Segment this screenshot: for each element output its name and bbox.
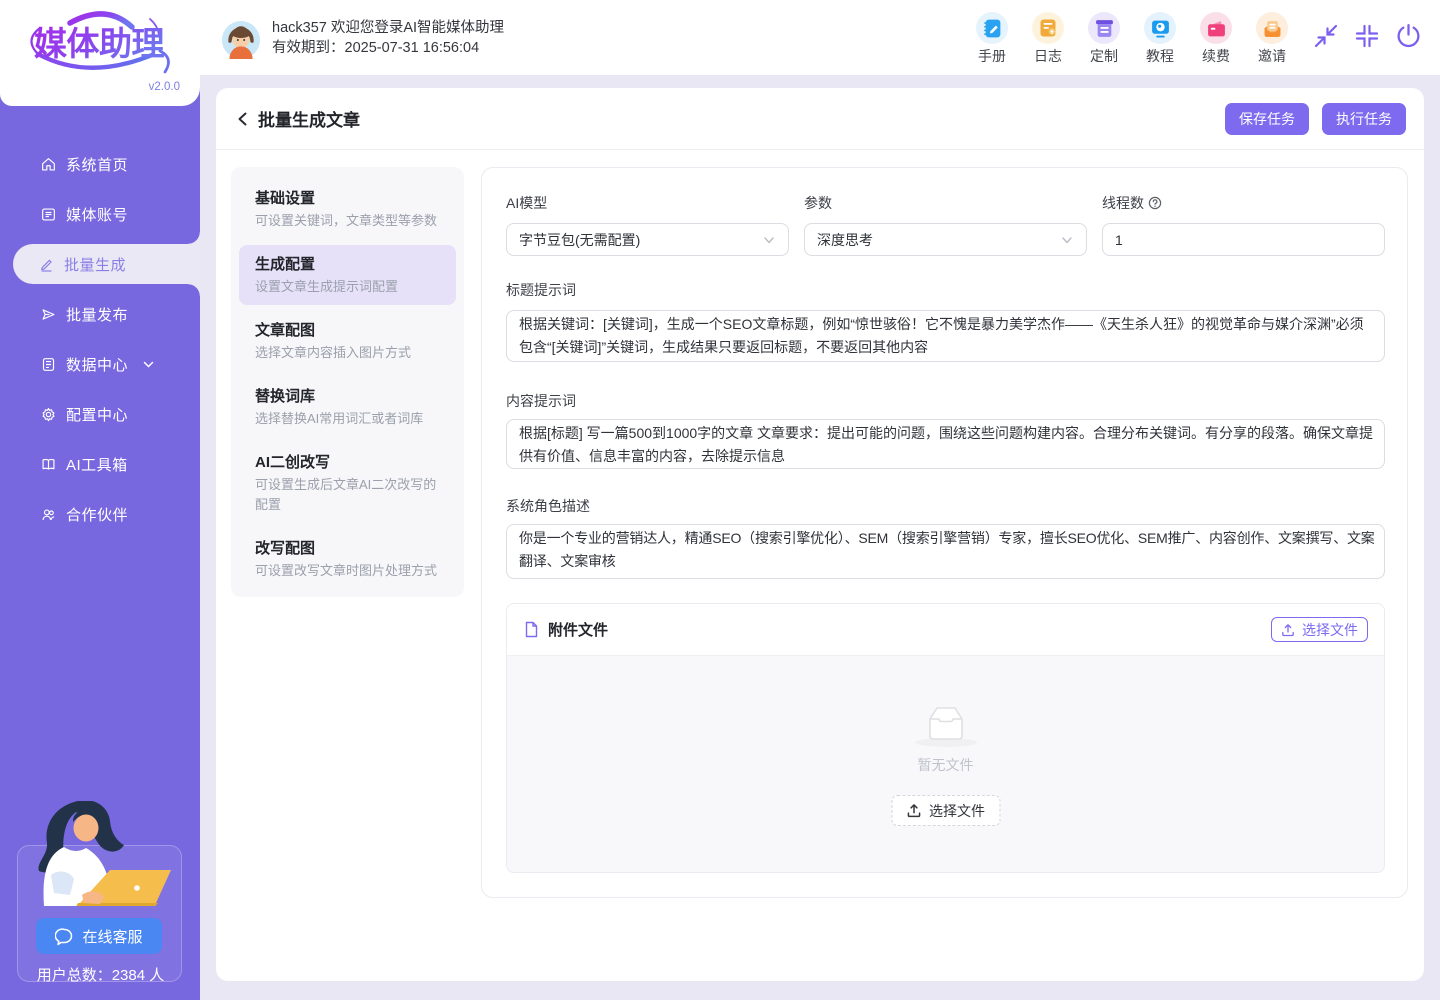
svg-text:媒体助理: 媒体助理	[34, 25, 165, 62]
